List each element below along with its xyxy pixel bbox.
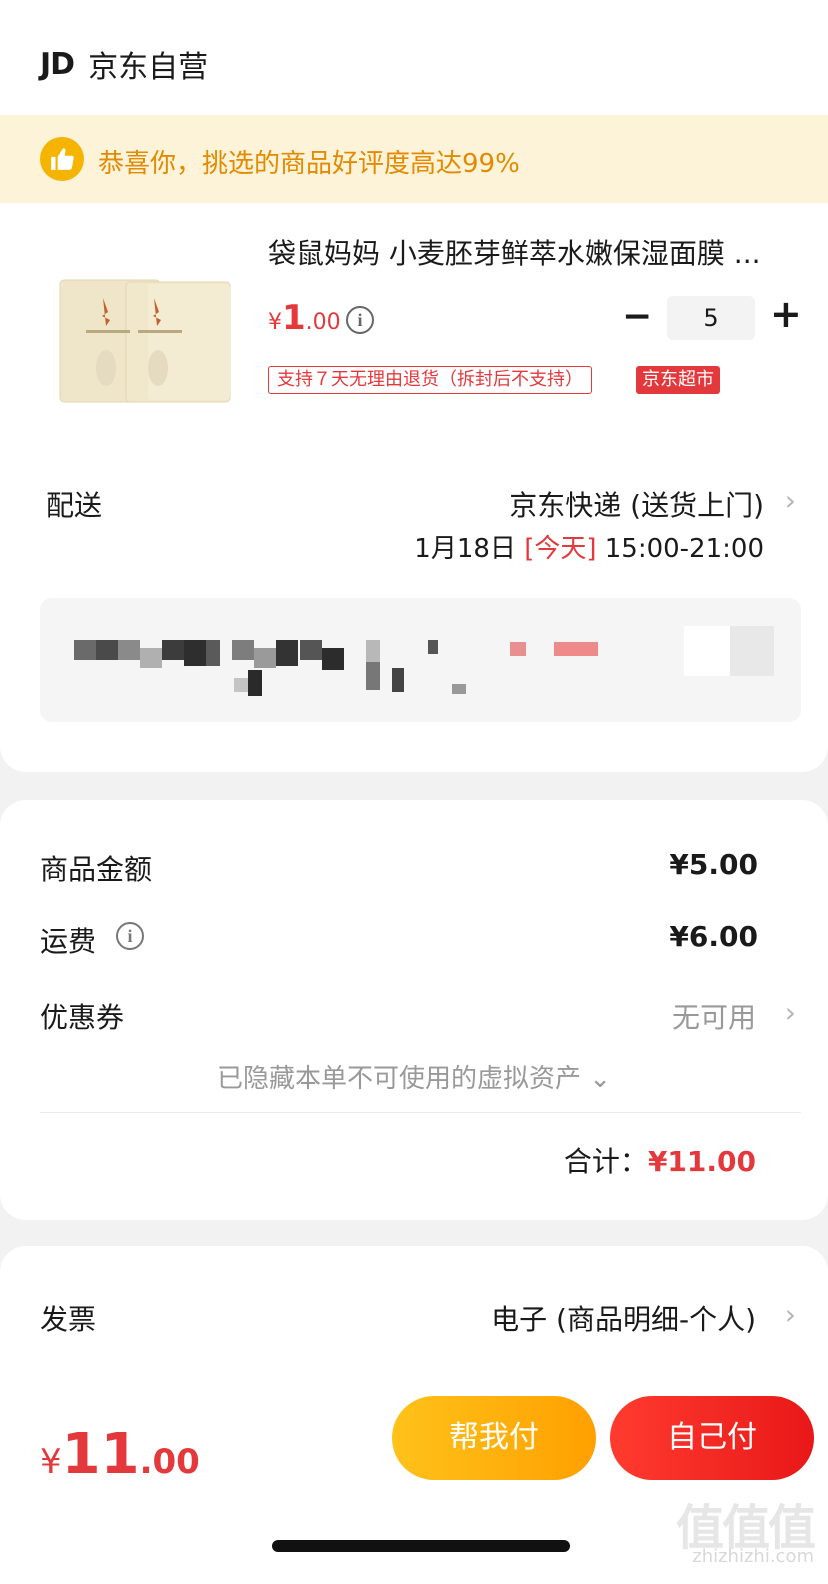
- product-title[interactable]: 袋鼠妈妈 小麦胚芽鲜萃水嫩保湿面膜 ...: [268, 232, 788, 272]
- invoice-value[interactable]: 电子 (商品明细-个人): [491, 1298, 756, 1338]
- delivery-date: 1月18日: [414, 534, 516, 564]
- goods-amount-value: ¥5.00: [669, 848, 758, 881]
- delivery-method[interactable]: 京东快递 (送货上门): [509, 484, 764, 524]
- banner-message: 恭喜你，挑选的商品好评度高达: [98, 149, 463, 179]
- delivery-time-window: 15:00-21:00: [604, 534, 764, 564]
- freight-info-icon[interactable]: i: [116, 922, 144, 950]
- total-value: ¥11.00: [647, 1145, 756, 1178]
- delivery-today: [今天]: [524, 534, 597, 564]
- hidden-assets-toggle[interactable]: 已隐藏本单不可使用的虚拟资产 ⌄: [0, 1058, 828, 1095]
- help-pay-button[interactable]: 帮我付: [392, 1396, 596, 1480]
- product-price: ¥1.00: [268, 298, 341, 338]
- pay-total: ¥11.00: [40, 1422, 200, 1487]
- address-block-blurred[interactable]: [40, 598, 801, 722]
- chevron-right-icon[interactable]: ›: [785, 996, 796, 1029]
- pay-total-integer: 11: [61, 1422, 140, 1487]
- chevron-right-icon[interactable]: ›: [785, 1298, 796, 1331]
- return-policy-tag: 支持７天无理由退货（拆封后不支持）: [268, 366, 592, 394]
- banner-text: 恭喜你，挑选的商品好评度高达99%: [98, 143, 520, 180]
- goods-amount-label: 商品金额: [40, 853, 153, 886]
- quantity-plus-button[interactable]: +: [770, 292, 802, 336]
- order-total: 合计：¥11.00: [564, 1140, 756, 1180]
- pay-total-symbol: ¥: [40, 1442, 62, 1482]
- price-symbol: ¥: [268, 310, 282, 335]
- invoice-label: 发票: [40, 1303, 97, 1336]
- coupon-value[interactable]: 无可用: [672, 996, 756, 1036]
- divider: [40, 1112, 801, 1113]
- watermark-url: zhizhizhi.com: [692, 1546, 814, 1567]
- delivery-time[interactable]: 1月18日 [今天] 15:00-21:00: [414, 528, 764, 565]
- self-pay-button[interactable]: 自己付: [610, 1396, 814, 1480]
- jd-logo: JD: [40, 46, 75, 82]
- banner-percent: 99%: [462, 149, 520, 179]
- total-label: 合计：: [563, 1145, 648, 1178]
- product-image[interactable]: [58, 278, 232, 404]
- supermarket-tag: 京东超市: [636, 366, 720, 394]
- price-integer: 1: [282, 298, 306, 338]
- thumbs-up-icon: [40, 137, 84, 181]
- store-header[interactable]: JD 京东自营: [40, 42, 208, 86]
- freight-value: ¥6.00: [669, 920, 758, 953]
- price-decimal: .00: [305, 310, 341, 335]
- store-name: 京东自营: [88, 50, 209, 85]
- quantity-input[interactable]: 5: [667, 296, 755, 340]
- delivery-label: 配送: [46, 489, 103, 522]
- quantity-minus-button[interactable]: −: [622, 296, 652, 337]
- home-indicator[interactable]: [272, 1540, 570, 1552]
- coupon-label: 优惠券: [40, 1001, 125, 1034]
- price-info-icon[interactable]: i: [346, 306, 374, 334]
- freight-label: 运费: [40, 925, 97, 958]
- chevron-right-icon[interactable]: ›: [785, 484, 796, 517]
- pay-total-decimal: .00: [139, 1442, 200, 1482]
